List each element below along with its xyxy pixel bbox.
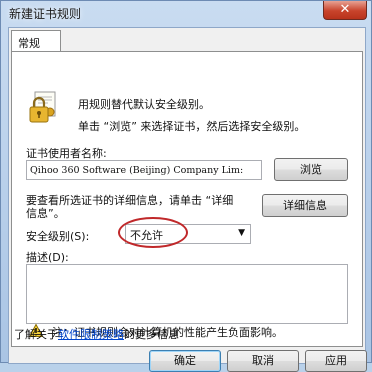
security-level-label: 安全级别(S): bbox=[26, 230, 90, 243]
browse-button[interactable]: 浏览 bbox=[274, 158, 348, 181]
description-label: 描述(D): bbox=[26, 251, 69, 264]
general-panel: 用规则替代默认安全级别。 单击 “浏览” 来选择证书，然后选择安全级别。 证书使… bbox=[11, 51, 363, 347]
publisher-label: 证书使用者名称: bbox=[26, 147, 107, 160]
software-restriction-link[interactable]: 软件限制策略 bbox=[58, 328, 124, 341]
details-text-line-2: 信息”。 bbox=[26, 207, 65, 220]
highlight-circle bbox=[118, 217, 188, 248]
more-info-suffix: 的更多信息 bbox=[124, 328, 179, 341]
ok-button[interactable]: 确定 bbox=[149, 350, 221, 372]
intro-line-1: 用规则替代默认安全级别。 bbox=[78, 98, 210, 111]
more-info: 了解关于软件限制策略的更多信息 bbox=[14, 326, 179, 342]
lock-certificate-icon bbox=[29, 91, 56, 123]
intro-line-2: 单击 “浏览” 来选择证书，然后选择安全级别。 bbox=[78, 120, 306, 133]
dialog-body: 常规 用规则替代默认安全级别。 单击 “浏览” 来选择证书，然后选择安全级别。 … bbox=[8, 27, 366, 364]
dialog-window: 新建证书规则 ✕ 常规 用规则替代默认安全级别。 单击 “浏览” 来选择证书，然… bbox=[0, 0, 372, 372]
details-button[interactable]: 详细信息 bbox=[262, 194, 348, 217]
apply-button[interactable]: 应用 bbox=[305, 350, 367, 372]
window-title: 新建证书规则 bbox=[9, 7, 82, 21]
tab-general[interactable]: 常规 bbox=[11, 30, 61, 52]
close-icon: ✕ bbox=[339, 2, 351, 17]
description-textarea[interactable] bbox=[26, 264, 348, 324]
more-info-prefix: 了解关于 bbox=[14, 328, 58, 341]
publisher-field[interactable]: Qihoo 360 Software (Beijing) Company Lim… bbox=[26, 160, 262, 180]
close-button[interactable]: ✕ bbox=[323, 1, 367, 20]
title-bar[interactable]: 新建证书规则 ✕ bbox=[1, 1, 372, 27]
chevron-down-icon: ▼ bbox=[238, 228, 245, 238]
cancel-button[interactable]: 取消 bbox=[227, 350, 299, 372]
